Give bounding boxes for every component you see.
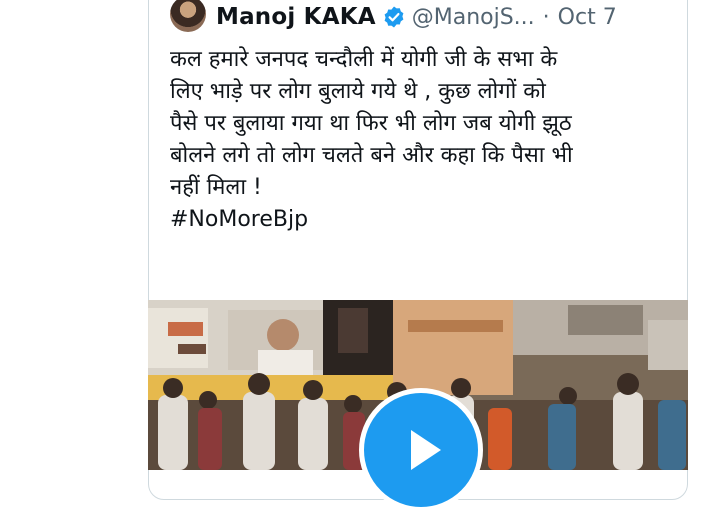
verified-badge-icon xyxy=(384,6,404,28)
tweet-header: Manoj KAKA @ManojS... · Oct 7 xyxy=(170,0,690,34)
tweet-text-line: लिए भाड़े पर लोग बुलाये गये थे , कुछ लोग… xyxy=(170,79,546,104)
author-handle[interactable]: @ManojS... xyxy=(412,5,535,30)
tweet-text-line: पैसे पर बुलाया गया था फिर भी लोग जब योगी… xyxy=(170,111,572,136)
tweet-text: कल हमारे जनपद चन्दौली में योगी जी के सभा… xyxy=(170,44,675,236)
play-icon xyxy=(411,430,441,470)
author-name[interactable]: Manoj KAKA xyxy=(216,4,376,30)
avatar[interactable] xyxy=(170,0,206,32)
play-button[interactable] xyxy=(359,388,483,512)
tweet-date[interactable]: Oct 7 xyxy=(558,5,617,30)
hashtag-link[interactable]: #NoMoreBjp xyxy=(170,204,675,236)
tweet-text-line: नहीं मिला ! xyxy=(170,175,262,200)
tweet-text-line: बोलने लगे तो लोग चलते बने और कहा कि पैसा… xyxy=(170,143,573,168)
tweet-text-line: कल हमारे जनपद चन्दौली में योगी जी के सभा… xyxy=(170,47,558,72)
separator-dot: · xyxy=(542,4,550,30)
